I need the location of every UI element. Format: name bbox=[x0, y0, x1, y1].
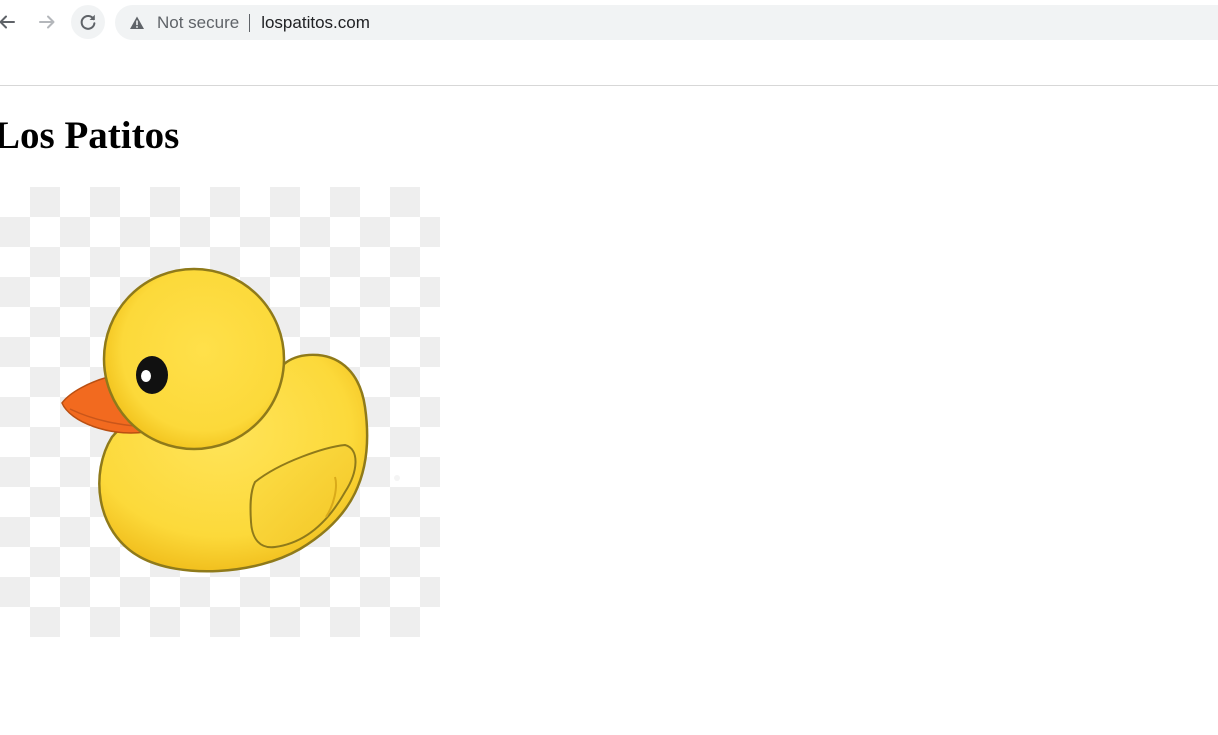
address-bar[interactable]: Not secure lospatitos.com bbox=[115, 5, 1218, 40]
reload-icon bbox=[80, 14, 96, 30]
arrow-left-icon bbox=[0, 15, 15, 29]
reload-button[interactable] bbox=[71, 5, 105, 39]
warning-triangle-icon[interactable] bbox=[129, 15, 145, 31]
back-button[interactable] bbox=[0, 5, 24, 39]
duck-image bbox=[0, 187, 440, 637]
toolbar-divider-strip bbox=[0, 46, 1218, 86]
url-text[interactable]: lospatitos.com bbox=[261, 13, 370, 33]
omnibox-divider bbox=[249, 13, 251, 32]
page-title: Los Patitos bbox=[0, 114, 180, 157]
arrow-right-icon bbox=[39, 15, 55, 29]
browser-toolbar: Not secure lospatitos.com bbox=[0, 0, 1218, 46]
security-status-label[interactable]: Not secure bbox=[157, 13, 239, 33]
forward-button[interactable] bbox=[30, 5, 64, 39]
